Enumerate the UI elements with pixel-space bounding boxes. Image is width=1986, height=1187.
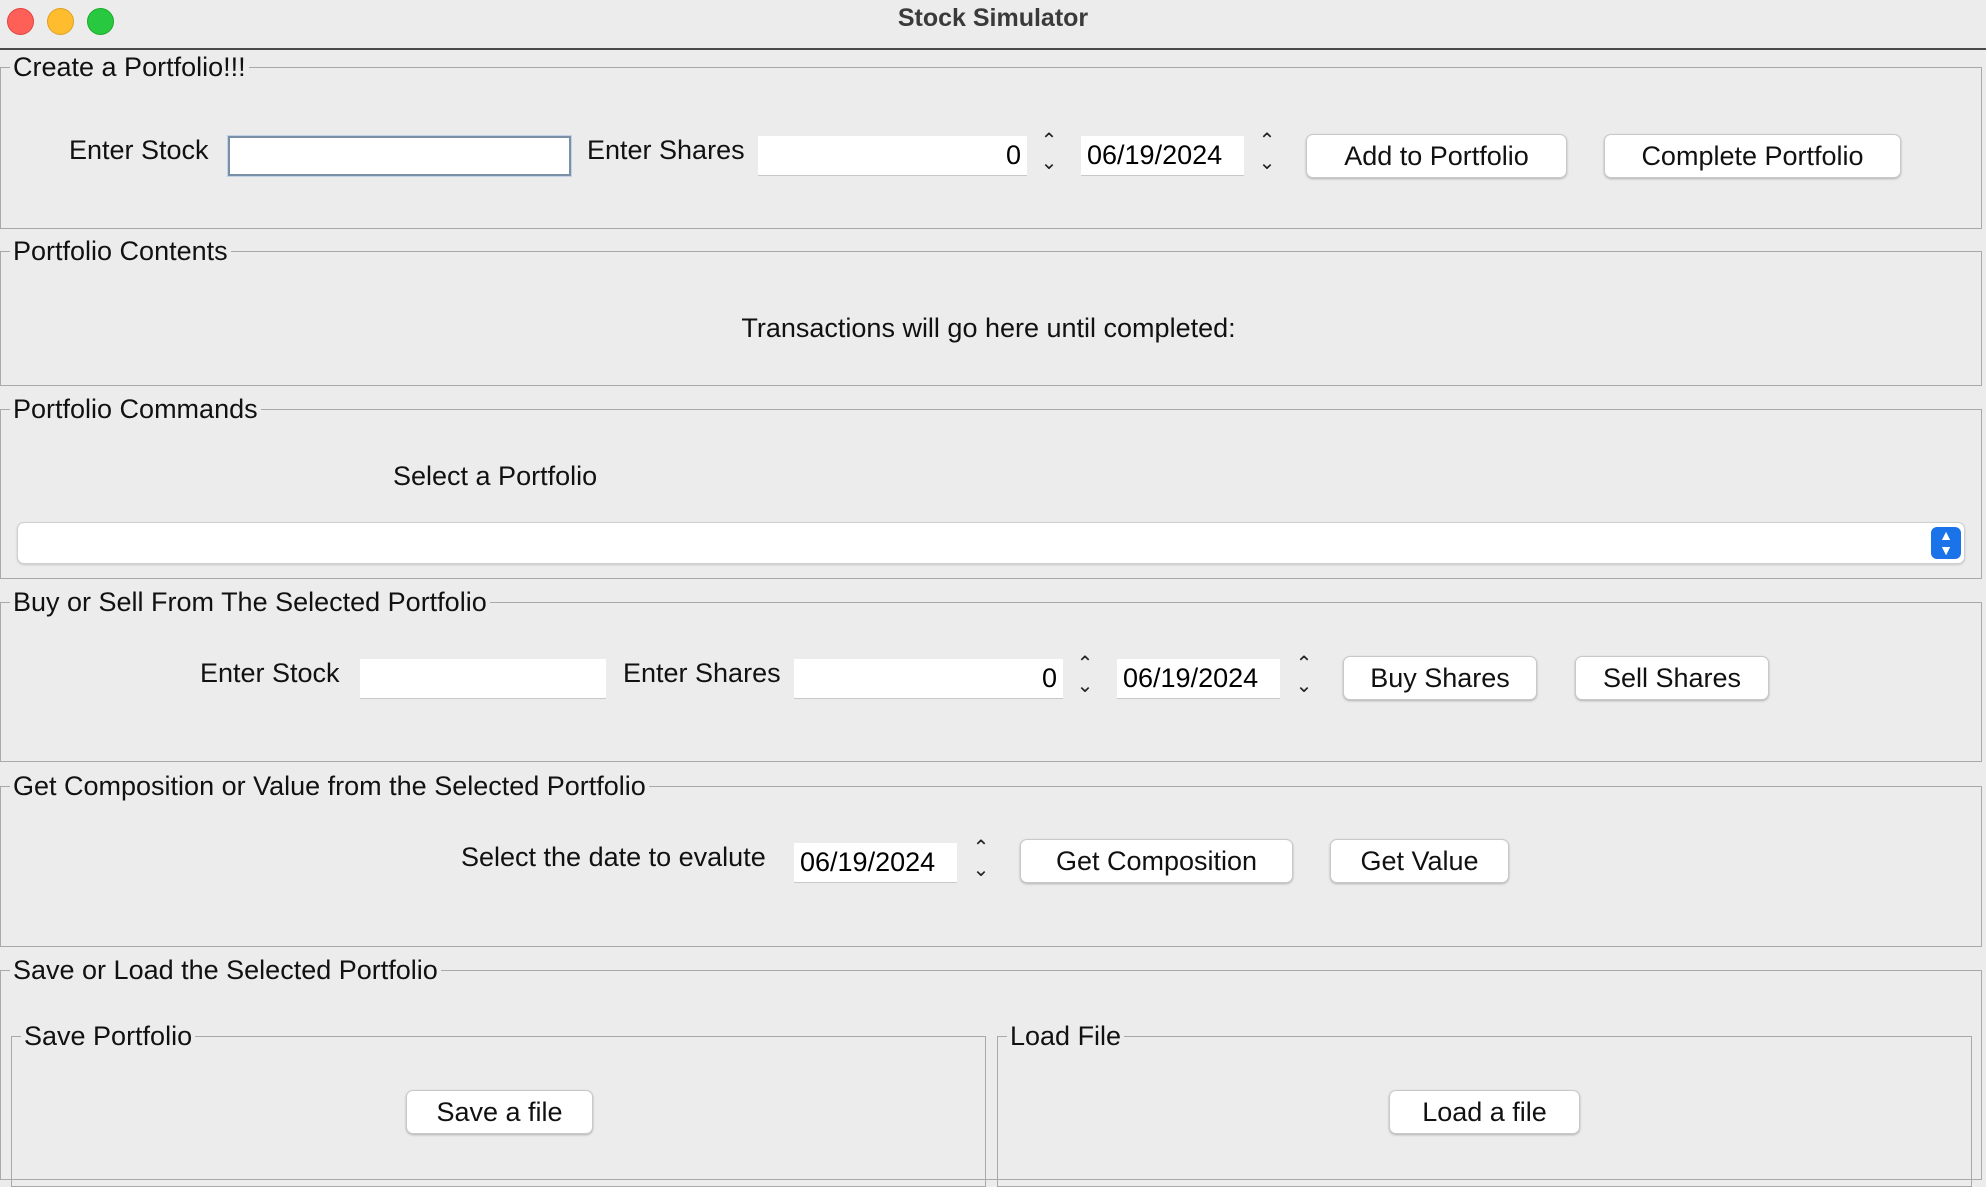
evaluate-date-label: Select the date to evalute xyxy=(461,842,766,872)
create-shares-label: Enter Shares xyxy=(587,135,745,165)
buy-shares-button[interactable]: Buy Shares xyxy=(1343,656,1537,700)
chevron-up-icon[interactable]: ⌃ xyxy=(1291,654,1317,677)
buy-shares-spinner[interactable]: ⌃ ⌄ xyxy=(1072,654,1098,699)
create-shares-input[interactable] xyxy=(758,136,1027,176)
save-load-legend: Save or Load the Selected Portfolio xyxy=(13,955,438,985)
chevron-down-icon[interactable]: ⌄ xyxy=(1254,153,1280,176)
transactions-message: Transactions will go here until complete… xyxy=(741,313,1236,343)
get-composition-button[interactable]: Get Composition xyxy=(1020,839,1293,883)
composition-value-legend: Get Composition or Value from the Select… xyxy=(13,771,646,801)
save-portfolio-panel: Save Portfolio Save a file xyxy=(11,1021,986,1187)
save-portfolio-legend: Save Portfolio xyxy=(24,1021,193,1051)
title-bar: Stock Simulator xyxy=(0,0,1986,50)
save-file-button[interactable]: Save a file xyxy=(406,1090,593,1134)
portfolio-contents-panel: Portfolio Contents Transactions will go … xyxy=(0,236,1982,386)
evaluate-date-spinner[interactable]: ⌃ ⌄ xyxy=(968,838,994,883)
chevron-down-icon[interactable]: ⌄ xyxy=(1036,153,1062,176)
portfolio-commands-panel: Portfolio Commands Select a Portfolio ▲ ▼ xyxy=(0,394,1982,579)
chevron-down-icon[interactable]: ⌄ xyxy=(1072,676,1098,699)
window-title: Stock Simulator xyxy=(897,4,1089,32)
buy-date-spinner[interactable]: ⌃ ⌄ xyxy=(1291,654,1317,699)
create-shares-spinner[interactable]: ⌃ ⌄ xyxy=(1036,131,1062,176)
create-portfolio-legend: Create a Portfolio!!! xyxy=(13,52,246,82)
buy-date-input[interactable] xyxy=(1117,659,1280,699)
chevron-up-icon[interactable]: ⌃ xyxy=(1036,131,1062,154)
buy-sell-panel: Buy or Sell From The Selected Portfolio … xyxy=(0,587,1982,762)
get-value-button[interactable]: Get Value xyxy=(1330,839,1509,883)
create-stock-input[interactable] xyxy=(228,136,571,176)
sell-shares-button[interactable]: Sell Shares xyxy=(1575,656,1769,700)
portfolio-select-dropdown[interactable]: ▲ ▼ xyxy=(17,522,1965,564)
portfolio-contents-legend: Portfolio Contents xyxy=(13,236,228,266)
create-portfolio-panel: Create a Portfolio!!! Enter Stock Enter … xyxy=(0,52,1982,229)
portfolio-commands-legend: Portfolio Commands xyxy=(13,394,258,424)
evaluate-date-input[interactable] xyxy=(794,843,957,883)
chevron-down-icon[interactable]: ⌄ xyxy=(968,860,994,883)
save-load-panel: Save or Load the Selected Portfolio Save… xyxy=(0,955,1982,1187)
buy-stock-input[interactable] xyxy=(360,659,606,699)
chevron-up-icon[interactable]: ⌃ xyxy=(1072,654,1098,677)
composition-value-panel: Get Composition or Value from the Select… xyxy=(0,771,1982,947)
create-date-input[interactable] xyxy=(1081,136,1244,176)
load-file-button[interactable]: Load a file xyxy=(1389,1090,1580,1134)
chevron-up-icon[interactable]: ⌃ xyxy=(1254,131,1280,154)
create-date-spinner[interactable]: ⌃ ⌄ xyxy=(1254,131,1280,176)
buy-shares-input[interactable] xyxy=(794,659,1063,699)
buy-stock-label: Enter Stock xyxy=(200,658,340,688)
complete-portfolio-button[interactable]: Complete Portfolio xyxy=(1604,134,1901,178)
chevron-up-down-icon[interactable]: ▲ ▼ xyxy=(1931,527,1961,559)
load-file-panel: Load File Load a file xyxy=(997,1021,1972,1187)
buy-shares-label: Enter Shares xyxy=(623,658,781,688)
add-to-portfolio-button[interactable]: Add to Portfolio xyxy=(1306,134,1567,178)
chevron-up-icon[interactable]: ⌃ xyxy=(968,838,994,861)
select-portfolio-label: Select a Portfolio xyxy=(393,461,598,491)
chevron-down-icon[interactable]: ⌄ xyxy=(1291,676,1317,699)
load-file-legend: Load File xyxy=(1010,1021,1122,1051)
create-stock-label: Enter Stock xyxy=(69,135,209,165)
buy-sell-legend: Buy or Sell From The Selected Portfolio xyxy=(13,587,487,617)
